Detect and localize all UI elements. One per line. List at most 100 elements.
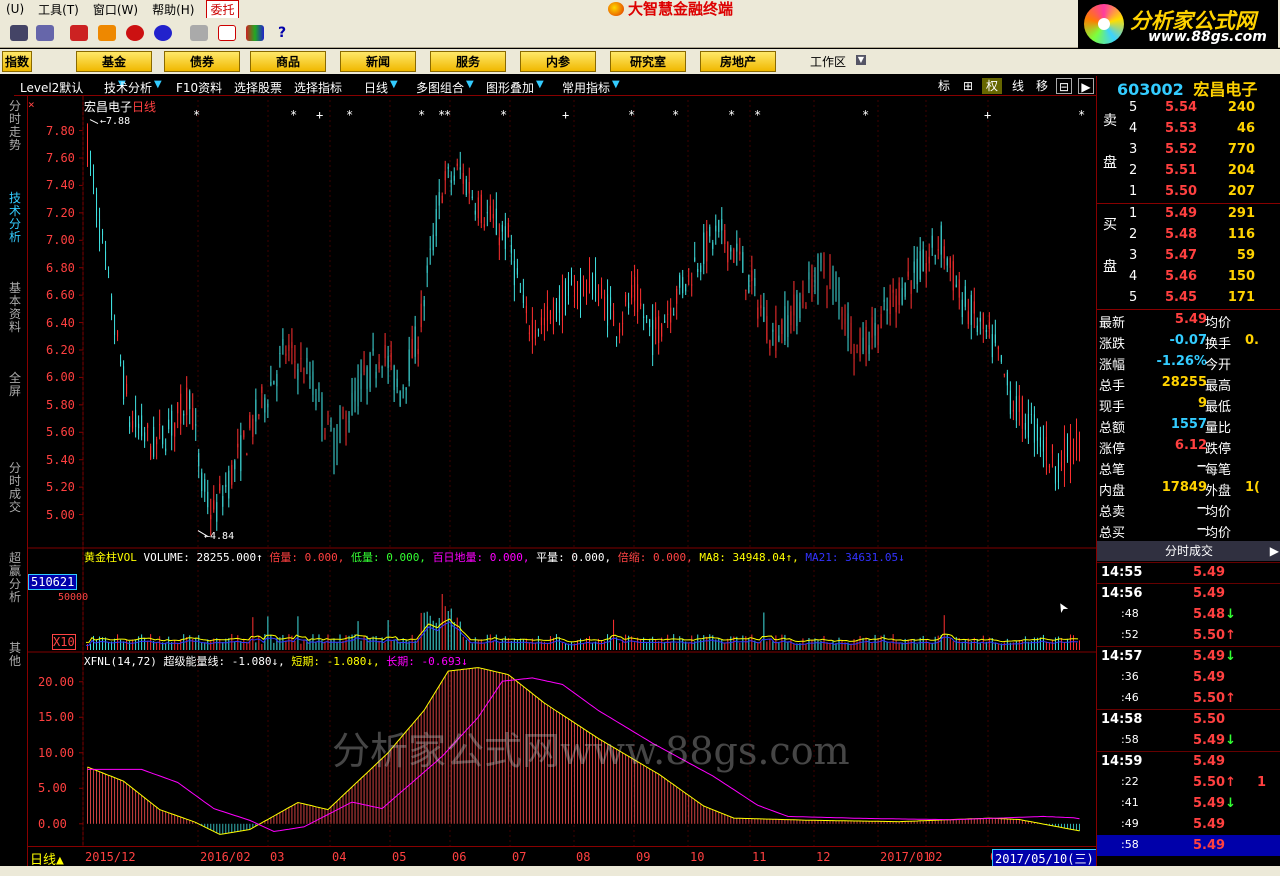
candle-body: [877, 325, 879, 346]
vertical-tab[interactable]: 基本资料: [8, 282, 22, 334]
dropdown-arrow-icon[interactable]: ▼: [612, 79, 620, 90]
diamond-icon[interactable]: [98, 25, 116, 41]
category-button[interactable]: 基金: [76, 51, 152, 72]
ticks-header[interactable]: 分时成交 ▶: [1097, 541, 1280, 561]
candle-body: [366, 367, 368, 389]
buy-level-row[interactable]: 4 5.46 150: [1097, 267, 1280, 288]
dropdown-arrow-icon[interactable]: ▼: [390, 79, 398, 90]
sell-level-row[interactable]: 2 5.51 204: [1097, 161, 1280, 182]
tick-separator: [1097, 751, 1280, 752]
chart-mode-button[interactable]: 线: [1008, 78, 1028, 94]
candle-body: [763, 307, 765, 322]
tick-price: 5.50↑: [1193, 775, 1236, 790]
vertical-tab[interactable]: 分时走势: [8, 100, 22, 152]
category-button[interactable]: 研究室: [610, 51, 686, 72]
vertical-tab[interactable]: 分时成交: [8, 462, 22, 514]
chart-toolbar-item[interactable]: 图形叠加: [486, 79, 534, 96]
sell-level-row[interactable]: 5 5.54 240: [1097, 98, 1280, 119]
books-icon[interactable]: [246, 25, 264, 41]
chart-toolbar-item[interactable]: 多图组合: [416, 79, 464, 96]
energy-legend: XFNL(14,72) 超级能量线: -1.080↓, 短期: -1.080↓,…: [84, 653, 468, 669]
globe-icon[interactable]: [154, 25, 172, 41]
vertical-tab[interactable]: 全屏: [8, 372, 22, 398]
candle-body: [643, 316, 645, 318]
chart-toolbar-item[interactable]: 技术分析: [104, 79, 152, 96]
category-button[interactable]: 内参: [520, 51, 596, 72]
chart-mode-button[interactable]: 移: [1032, 78, 1052, 94]
menu-item-window[interactable]: 窗口(W): [87, 1, 146, 18]
vertical-tab[interactable]: 技术分析: [8, 192, 22, 244]
chart-mode-button[interactable]: 标: [934, 78, 954, 94]
chart-toolbar-item[interactable]: 日线: [364, 79, 388, 96]
candle-body: [255, 399, 257, 422]
buy-level-row[interactable]: 3 5.47 59: [1097, 246, 1280, 267]
restore-icon[interactable]: ⊟: [1056, 78, 1072, 94]
dropdown-arrow-icon[interactable]: ▼: [536, 79, 544, 90]
candle-body: [655, 317, 657, 330]
candle-body: [691, 284, 693, 286]
dropdown-arrow-icon[interactable]: ▼: [466, 79, 474, 90]
category-button[interactable]: 新闻: [340, 51, 416, 72]
help-pointer-icon[interactable]: ?: [278, 25, 296, 41]
category-button[interactable]: 指数: [2, 51, 32, 72]
dropdown-arrow-icon[interactable]: ▼: [154, 79, 162, 90]
signal-marker: *: [1078, 108, 1086, 122]
binoculars-icon[interactable]: [10, 25, 28, 41]
window-layout-icon[interactable]: [218, 25, 236, 41]
vertical-tab[interactable]: 其他: [8, 642, 22, 668]
candle-body: [1048, 465, 1050, 468]
buy-level-row[interactable]: 1 5.49 291: [1097, 204, 1280, 225]
candle-body: [811, 278, 813, 300]
chart-area[interactable]: 7.80 7.60 7.40 7.20 7.00 6.80 6.60 6.40 6.20 6.00…: [28, 96, 1096, 866]
volume-title: 黄金柱VOL: [84, 551, 144, 564]
tick-time: :49: [1121, 817, 1139, 830]
candle-body: [961, 299, 963, 318]
next-page-icon[interactable]: ▶: [1078, 78, 1094, 94]
chart-toolbar-item[interactable]: F10资料: [176, 79, 222, 96]
print-icon[interactable]: [190, 25, 208, 41]
vertical-tab[interactable]: 超赢分析: [8, 552, 22, 604]
tools-icon[interactable]: [36, 25, 54, 41]
buy-level-row[interactable]: 2 5.48 116: [1097, 225, 1280, 246]
candle-body: [351, 392, 353, 415]
buy-level-row[interactable]: 5 5.45 171: [1097, 288, 1280, 309]
sell-level-row[interactable]: 3 5.52 770: [1097, 140, 1280, 161]
candle-body: [480, 194, 482, 224]
news-icon[interactable]: [70, 25, 88, 41]
chart-mode-button[interactable]: ⊞: [958, 78, 978, 94]
signal-marker: *: [290, 108, 298, 122]
candle-body: [652, 319, 654, 356]
level-price: 5.48: [1165, 227, 1198, 242]
candle-body: [802, 294, 804, 303]
sell-level-row[interactable]: 4 5.53 46: [1097, 119, 1280, 140]
chart-toolbar-item[interactable]: 常用指标: [562, 79, 610, 96]
volume-axis-sub: 50000: [58, 592, 89, 603]
chart-toolbar-item[interactable]: 选择股票: [234, 79, 282, 96]
category-button[interactable]: 债券: [164, 51, 240, 72]
category-button[interactable]: 房地产: [700, 51, 776, 72]
signal-marker: *: [672, 108, 680, 122]
tick-time: :48: [1121, 607, 1139, 620]
workzone-label[interactable]: 工作区: [810, 53, 846, 70]
chart-mode-button[interactable]: 权: [982, 78, 1002, 94]
candle-body: [946, 258, 948, 266]
trade-button[interactable]: 委托: [206, 0, 239, 19]
stat-value: 28255: [1161, 375, 1207, 390]
level-price: 5.49: [1165, 206, 1198, 221]
play-arrow-icon[interactable]: ▶: [1270, 541, 1279, 561]
horizontal-scrollbar[interactable]: [0, 866, 1280, 876]
chart-toolbar-item[interactable]: Level2默认: [20, 79, 83, 96]
up-arrow-icon: ↑: [1225, 628, 1236, 643]
menu-item-u[interactable]: (U): [0, 2, 32, 16]
category-button[interactable]: 商品: [250, 51, 326, 72]
menu-item-help[interactable]: 帮助(H): [146, 1, 202, 18]
category-button[interactable]: 服务: [430, 51, 506, 72]
record-icon[interactable]: [126, 25, 144, 41]
menu-item-tools[interactable]: 工具(T): [32, 1, 87, 18]
chevron-down-icon[interactable]: ▼: [856, 55, 866, 65]
sell-level-row[interactable]: 1 5.50 207: [1097, 182, 1280, 203]
candle-body: [105, 251, 107, 261]
chart-toolbar-item[interactable]: 选择指标: [294, 79, 342, 96]
vertical-tab-panel: 分时走势技术分析基本资料全屏分时成交超赢分析其他: [0, 76, 28, 876]
candle-body: [426, 265, 428, 273]
